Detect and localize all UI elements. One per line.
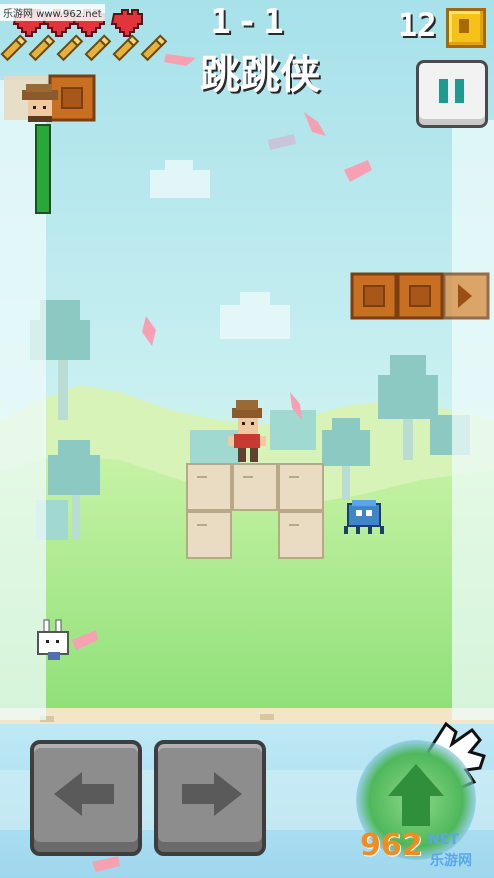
health-bar <box>35 124 51 214</box>
crate-platform-right <box>350 272 490 320</box>
coin-icon <box>446 8 486 48</box>
arrow-left-icon <box>54 772 114 816</box>
watermark-text: 乐游网 www.962.net <box>0 4 105 21</box>
site-logo-number: 962 <box>360 828 423 863</box>
coin-count: 12 <box>398 6 437 44</box>
pause-button[interactable] <box>416 60 488 128</box>
move-left-button[interactable] <box>30 740 142 856</box>
move-right-button[interactable] <box>154 740 266 856</box>
game-title: 跳跳侠 <box>200 52 320 98</box>
site-logo-net: NET <box>428 832 459 848</box>
ground-edge <box>0 708 494 724</box>
arrow-right-icon <box>182 772 242 816</box>
right-mist <box>452 120 494 720</box>
site-logo-cn: 乐游网 <box>430 853 472 869</box>
level-indicator: 1-1 <box>210 2 290 42</box>
site-logo: 962 NET 乐游网 <box>360 826 488 870</box>
